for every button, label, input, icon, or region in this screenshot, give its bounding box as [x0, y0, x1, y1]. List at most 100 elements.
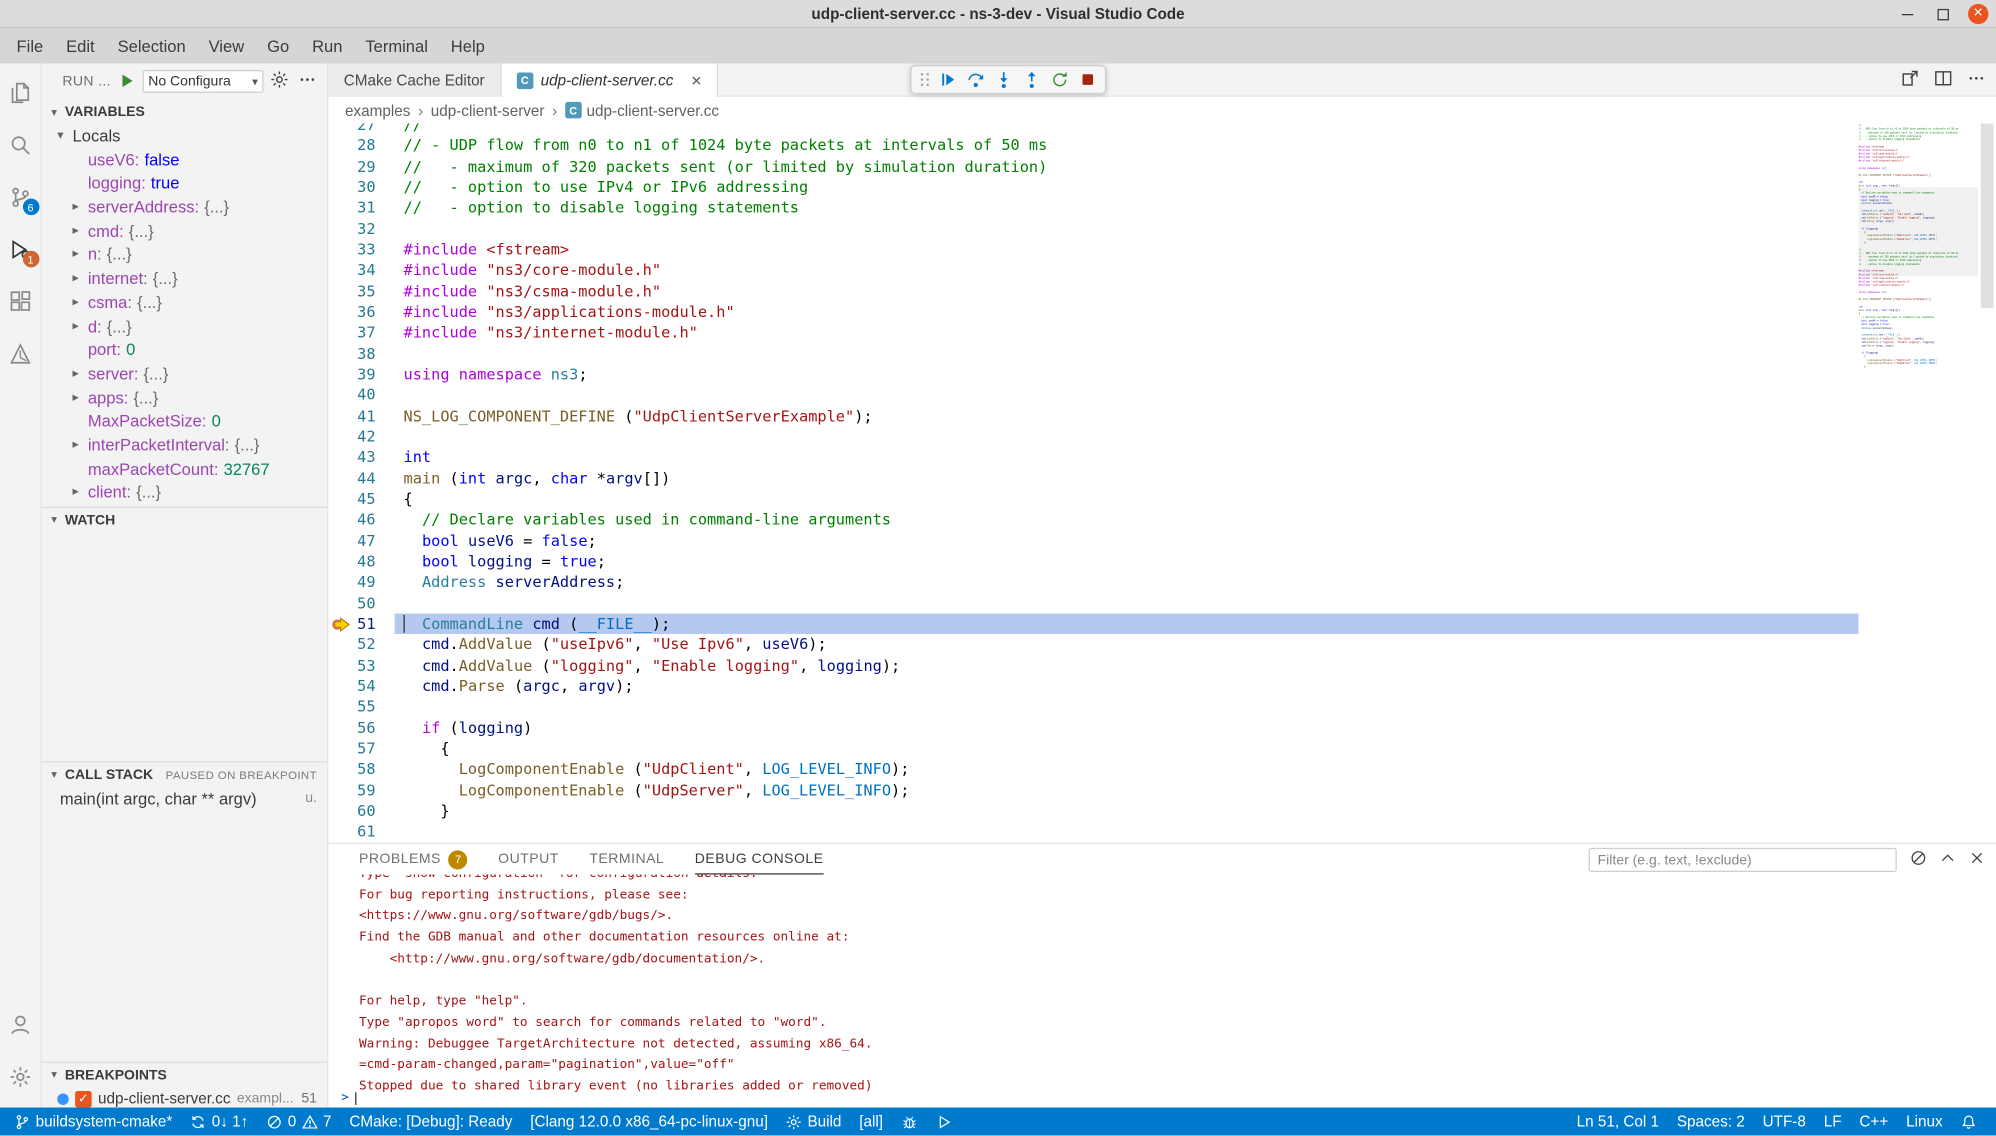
variables-section-header[interactable]: ▾ VARIABLES	[42, 99, 327, 124]
variable-row[interactable]: ▸cmd: {...}	[42, 220, 327, 244]
remote-os[interactable]: Linux	[1897, 1108, 1951, 1136]
breakpoint-checkbox[interactable]: ✓	[75, 1090, 92, 1107]
scope-locals[interactable]: ▾ Locals	[42, 125, 327, 149]
code-line[interactable]: #include "ns3/csma-module.h"	[404, 281, 1048, 302]
more-actions-icon[interactable]	[1967, 69, 1986, 92]
line-number[interactable]: 57	[328, 738, 375, 759]
line-number[interactable]: 41	[328, 406, 375, 427]
breakpoints-section-header[interactable]: ▾ BREAKPOINTS	[42, 1062, 327, 1087]
line-number[interactable]: 37	[328, 322, 375, 343]
menu-edit[interactable]: Edit	[55, 31, 106, 60]
line-number[interactable]: 53	[328, 655, 375, 676]
line-number[interactable]: 59	[328, 780, 375, 801]
line-number[interactable]: 43	[328, 447, 375, 468]
cmake-debug-button[interactable]	[892, 1108, 926, 1136]
variable-row[interactable]: ▸csma: {...}	[42, 291, 327, 315]
debug-restart-button[interactable]	[1046, 67, 1073, 92]
close-panel-icon[interactable]	[1968, 849, 1986, 871]
start-debugging-button[interactable]	[117, 71, 136, 91]
line-number[interactable]: 33	[328, 239, 375, 260]
code-line[interactable]: cmd.AddValue ("useIpv6", "Use Ipv6", use…	[404, 634, 1048, 655]
minimize-button[interactable]	[1897, 4, 1917, 24]
breakpoint-row[interactable]: ✓udp-client-server.ccexampl...51	[42, 1087, 327, 1107]
line-number[interactable]: 39	[328, 364, 375, 385]
code-line[interactable]: // - maximum of 320 packets sent (or lim…	[404, 156, 1048, 177]
line-number[interactable]: 49	[328, 572, 375, 593]
encoding[interactable]: UTF-8	[1754, 1108, 1815, 1136]
menu-view[interactable]: View	[197, 31, 255, 60]
variable-row[interactable]: ▸interPacketInterval: {...}	[42, 434, 327, 458]
activity-extensions[interactable]	[0, 275, 41, 327]
indentation[interactable]: Spaces: 2	[1668, 1108, 1754, 1136]
menu-help[interactable]: Help	[439, 31, 496, 60]
panel-tab-terminal[interactable]: TERMINAL	[589, 844, 664, 875]
code-line[interactable]	[404, 593, 1048, 614]
breadcrumb-item[interactable]: examples	[345, 101, 410, 119]
variable-row[interactable]: logging: true	[42, 172, 327, 196]
clear-console-icon[interactable]	[1910, 849, 1928, 871]
activity-settings[interactable]	[0, 1050, 41, 1102]
notifications-bell[interactable]	[1952, 1108, 1986, 1136]
panel-tab-output[interactable]: OUTPUT	[498, 844, 559, 875]
line-number[interactable]: 32	[328, 218, 375, 239]
menu-run[interactable]: Run	[301, 31, 354, 60]
code-line[interactable]: // Declare variables used in command-lin…	[404, 509, 1048, 530]
code-line[interactable]	[404, 385, 1048, 406]
code-line[interactable]: if (logging)	[404, 717, 1048, 738]
code-line[interactable]	[404, 426, 1048, 447]
code-line[interactable]: #include "ns3/core-module.h"	[404, 260, 1048, 281]
activity-account[interactable]	[0, 998, 41, 1050]
debug-console-input[interactable]: >	[341, 1090, 356, 1107]
code-line[interactable]	[404, 821, 1048, 842]
cmake-kit[interactable]: [Clang 12.0.0 x86_64-pc-linux-gnu]	[521, 1108, 777, 1136]
code-line[interactable]: // - option to use IPv4 or IPv6 addressi…	[404, 177, 1048, 198]
code-line[interactable]: #include "ns3/applications-module.h"	[404, 302, 1048, 323]
line-number[interactable]: 44	[328, 468, 375, 489]
variable-row[interactable]: MaxPacketSize: 0	[42, 410, 327, 434]
tab-cmake-cache-editor[interactable]: CMake Cache Editor	[328, 64, 501, 97]
variable-row[interactable]: ▸serverAddress: {...}	[42, 196, 327, 220]
debug-config-dropdown[interactable]: No Configura ▾	[143, 70, 263, 93]
code-line[interactable]: #include <fstream>	[404, 239, 1048, 260]
variable-row[interactable]: ▸apps: {...}	[42, 386, 327, 410]
line-number[interactable]: 30	[328, 177, 375, 198]
line-number[interactable]: 46	[328, 509, 375, 530]
code-line[interactable]: Address serverAddress;	[404, 572, 1048, 593]
language-mode[interactable]: C++	[1850, 1108, 1897, 1136]
eol[interactable]: LF	[1815, 1108, 1851, 1136]
code-line[interactable]: cmd.AddValue ("logging", "Enable logging…	[404, 655, 1048, 676]
git-branch-status[interactable]: buildsystem-cmake*	[5, 1108, 181, 1136]
line-number[interactable]: 42	[328, 426, 375, 447]
menu-terminal[interactable]: Terminal	[354, 31, 439, 60]
panel-tab-debug-console[interactable]: DEBUG CONSOLE	[695, 844, 824, 875]
panel-tab-problems[interactable]: PROBLEMS7	[359, 844, 468, 875]
minimap[interactable]: //// - UDP flow from n0 to n1 of 1024 by…	[1859, 123, 1979, 842]
code-line[interactable]: CommandLine cmd (__FILE__);	[404, 613, 1048, 634]
cmake-target[interactable]: [all]	[850, 1108, 892, 1136]
breadcrumb-item[interactable]: udp-client-server	[431, 101, 545, 119]
code-line[interactable]: //	[404, 123, 1048, 135]
code-line[interactable]: main (int argc, char *argv[])	[404, 468, 1048, 489]
debug-step-over-button[interactable]	[962, 67, 989, 92]
stack-frame-row[interactable]: main(int argc, char ** argv)u.	[42, 787, 327, 811]
variable-row[interactable]: port: 0	[42, 339, 327, 363]
line-number[interactable]: 34	[328, 260, 375, 281]
code-line[interactable]	[404, 697, 1048, 718]
debug-settings-gear-icon[interactable]	[269, 70, 291, 93]
variable-row[interactable]: useV6: false	[42, 149, 327, 173]
line-number[interactable]: 50	[328, 593, 375, 614]
code-line[interactable]: LogComponentEnable ("UdpClient", LOG_LEV…	[404, 759, 1048, 780]
line-number[interactable]: 31	[328, 198, 375, 219]
editor-scrollbar[interactable]	[1978, 123, 1996, 842]
editor-gutter[interactable]: 2728293031323334353637383940414243444546…	[328, 123, 375, 842]
activity-search[interactable]	[0, 118, 41, 170]
line-number[interactable]: 28	[328, 135, 375, 156]
line-number[interactable]: 36	[328, 302, 375, 323]
variable-row[interactable]: ▸internet: {...}	[42, 267, 327, 291]
cursor-position[interactable]: Ln 51, Col 1	[1568, 1108, 1668, 1136]
line-number[interactable]: 45	[328, 489, 375, 510]
code-line[interactable]: }	[404, 800, 1048, 821]
minimap-slider[interactable]	[1859, 187, 1979, 276]
line-number[interactable]: 55	[328, 697, 375, 718]
line-number[interactable]: 27	[328, 123, 375, 135]
